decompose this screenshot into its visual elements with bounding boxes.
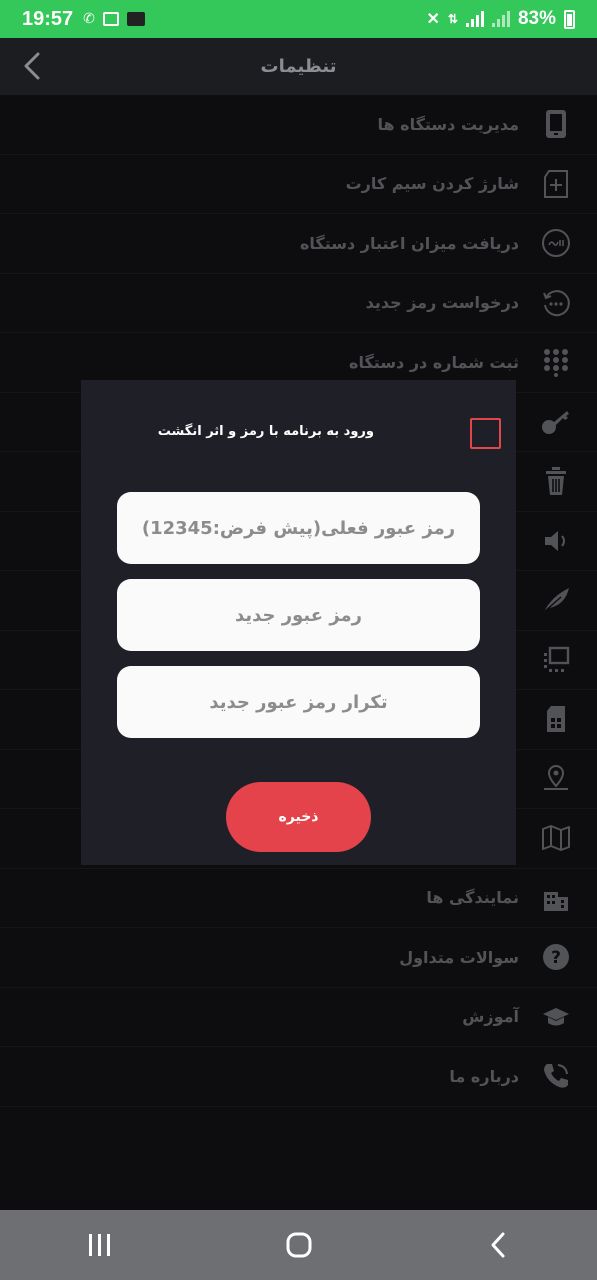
change-password-dialog: ورود به برنامه با رمز و اثر انگشت ذخیره: [81, 380, 516, 865]
repeat-password-input[interactable]: [117, 666, 480, 738]
image-icon: [102, 12, 119, 26]
battery-icon: [564, 9, 575, 29]
home-button[interactable]: [269, 1220, 329, 1270]
back-icon: [491, 1232, 504, 1258]
current-password-input[interactable]: [117, 492, 480, 564]
recents-button[interactable]: [70, 1220, 130, 1270]
back-button[interactable]: [14, 48, 50, 84]
chevron-left-icon: [24, 52, 40, 80]
app-header: تنظیمات: [0, 38, 597, 95]
status-time: 19:57: [22, 7, 74, 30]
system-back-button[interactable]: [468, 1220, 528, 1270]
battery-percent: 83%: [517, 8, 556, 29]
home-icon: [286, 1232, 311, 1258]
fingerprint-checkbox[interactable]: [470, 418, 501, 449]
mute-icon: ✕: [426, 11, 440, 28]
status-bar: 19:57 ✆ ✕ ⇅ 83%: [0, 0, 597, 38]
system-nav-bar: [0, 1210, 597, 1280]
signal-icon: [465, 11, 484, 27]
app-notification-icon: [126, 12, 145, 26]
call-forward-icon: ✆: [83, 11, 95, 27]
page-title: تنظیمات: [260, 56, 337, 77]
save-button[interactable]: ذخیره: [226, 782, 371, 852]
new-password-input[interactable]: [117, 579, 480, 651]
fingerprint-row: ورود به برنامه با رمز و اثر انگشت: [81, 416, 516, 452]
data-icon: ⇅: [447, 12, 458, 26]
fingerprint-label: ورود به برنامه با رمز و اثر انگشت: [157, 424, 374, 439]
recents-icon: [88, 1234, 110, 1256]
signal-icon-2: [491, 11, 510, 27]
